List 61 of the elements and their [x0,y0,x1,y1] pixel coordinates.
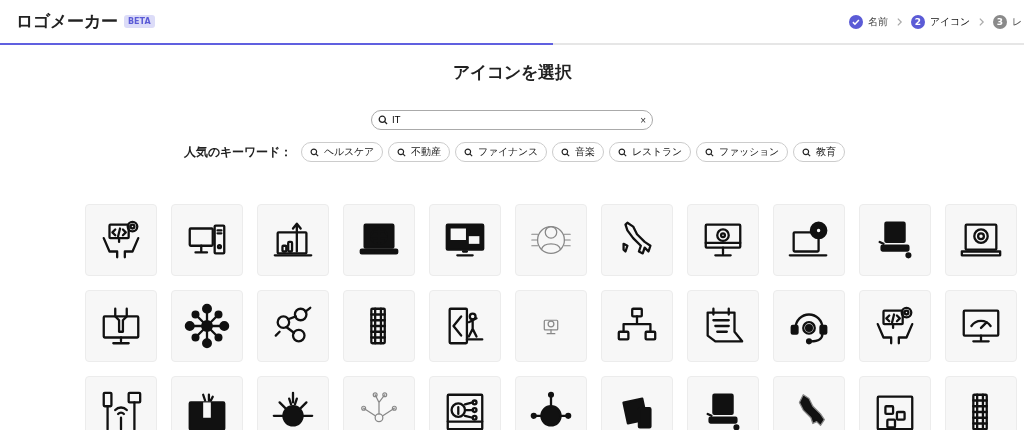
icon-tile[interactable] [601,290,673,362]
icon-tile[interactable] [687,376,759,430]
clear-button[interactable]: × [640,114,646,126]
icon-tile[interactable] [85,290,157,362]
icon-tile[interactable] [687,290,759,362]
page-title: アイコンを選択 [451,61,573,84]
icon-tile[interactable] [945,290,1017,362]
icon-tile[interactable] [171,376,243,430]
icon-tile[interactable] [257,376,329,430]
keyword-chip[interactable]: ファッション [695,142,788,162]
icon-tile[interactable] [515,290,587,362]
step-number: 3 [993,14,1007,29]
search-icon [309,147,319,157]
keywords-label: 人気のキーワード： [183,143,292,161]
keyword-chip[interactable]: ファイナンス [454,142,547,162]
search-icon [560,147,570,157]
icon-tile[interactable] [945,204,1017,276]
icon-tile[interactable] [859,376,931,430]
keyword-chip[interactable]: ヘルスケア [300,142,383,162]
icon-tile[interactable] [171,290,243,362]
chevron-icon [896,16,903,27]
icon-tile[interactable] [945,376,1017,430]
chevron-icon [978,16,985,27]
icon-tile[interactable] [859,204,931,276]
icon-tile[interactable] [429,376,501,430]
search-icon [396,147,406,157]
icon-tile[interactable] [343,376,415,430]
icon-tile[interactable] [343,204,415,276]
keyword-chip[interactable]: 不動産 [387,142,450,162]
icon-tile[interactable] [257,204,329,276]
icon-tile[interactable] [171,204,243,276]
keyword-chip[interactable]: 音楽 [551,142,604,162]
step-label[interactable]: レ [1012,14,1022,29]
icon-tile[interactable] [687,204,759,276]
keyword-chip[interactable]: レストラン [608,142,691,162]
search-icon [378,115,388,125]
search-icon [463,147,473,157]
icon-tile[interactable] [515,376,587,430]
icon-tile[interactable] [85,204,157,276]
keyword-chip[interactable]: 教育 [792,142,845,162]
icon-tile[interactable] [85,376,157,430]
search-icon [801,147,811,157]
icon-tile[interactable] [343,290,415,362]
icon-tile[interactable] [429,290,501,362]
search-icon [704,147,714,157]
icon-tile[interactable] [773,376,845,430]
app-title: ロゴメーカー [16,10,118,33]
step-label[interactable]: 名前 [868,14,888,29]
icon-tile[interactable] [773,204,845,276]
network-hub-icon [184,303,230,349]
step-label[interactable]: アイコン [930,14,970,29]
icon-tile[interactable] [601,376,673,430]
search-icon [617,147,627,157]
icon-tile[interactable] [257,290,329,362]
beta-badge: BETA [124,15,155,28]
step-number: 2 [911,14,925,29]
icon-tile[interactable] [773,290,845,362]
icon-tile[interactable] [859,290,931,362]
icon-tile[interactable] [429,204,501,276]
icon-tile[interactable] [601,204,673,276]
icon-tile[interactable] [515,204,587,276]
